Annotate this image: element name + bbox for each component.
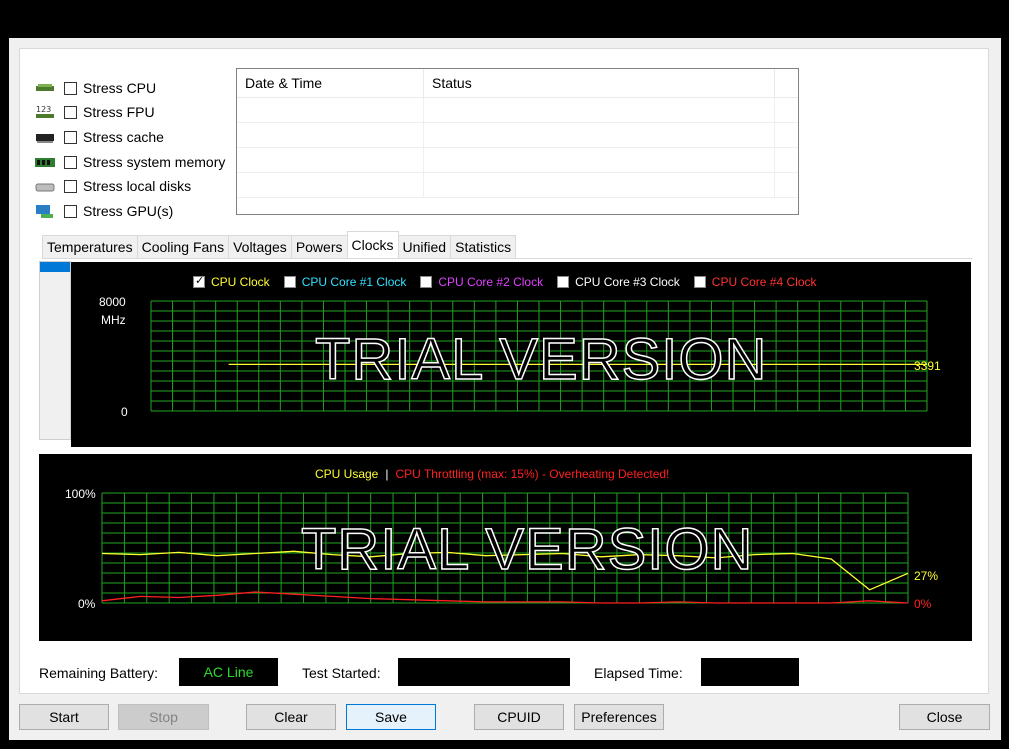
close-button[interactable]: Close <box>899 704 990 730</box>
stress-option[interactable]: Stress CPU <box>34 77 156 99</box>
column-date-time[interactable]: Date & Time <box>237 69 424 97</box>
table-row <box>237 148 798 173</box>
stress-option-label: Stress system memory <box>83 154 226 170</box>
battery-value: AC Line <box>179 658 278 686</box>
tab-unified[interactable]: Unified <box>397 235 452 258</box>
elapsed-time-value <box>701 658 799 686</box>
stress-option[interactable]: 123 Stress FPU <box>34 101 155 123</box>
table-row <box>237 123 798 148</box>
stress-option[interactable]: Stress local disks <box>34 175 191 197</box>
clear-button[interactable]: Clear <box>246 704 336 730</box>
tab-voltages[interactable]: Voltages <box>228 235 292 258</box>
tab-powers[interactable]: Powers <box>290 235 348 258</box>
test-started-value <box>398 658 570 686</box>
tab-bar: Temperatures Cooling Fans Voltages Power… <box>42 231 517 258</box>
column-status[interactable]: Status <box>424 69 775 97</box>
main-panel: Stress CPU 123 Stress FPU Stress cache Stres… <box>19 48 989 694</box>
stress-option-label: Stress cache <box>83 129 164 145</box>
stress-checkbox[interactable] <box>64 130 77 144</box>
usage-graph: CPU Usage | CPU Throttling (max: 15%) - … <box>39 454 972 641</box>
trial-watermark: TRIAL VERSION <box>300 516 754 583</box>
stress-checkbox[interactable] <box>64 155 77 169</box>
tab-temperatures[interactable]: Temperatures <box>42 235 138 258</box>
clock-graph: CPU ClockCPU Core #1 ClockCPU Core #2 Cl… <box>71 262 971 447</box>
graph-item-list[interactable] <box>39 261 71 440</box>
stress-option-label: Stress CPU <box>83 80 157 96</box>
cache-chip-icon <box>34 129 56 145</box>
svg-text:123: 123 <box>36 105 51 114</box>
stress-option[interactable]: Stress system memory <box>34 151 225 173</box>
disk-drive-icon <box>34 178 56 194</box>
stress-checkbox[interactable] <box>64 105 77 119</box>
throttling-current-value: 0% <box>914 597 932 611</box>
stress-option-label: Stress GPU(s) <box>83 203 174 219</box>
stability-test-window: Stress CPU 123 Stress FPU Stress cache Stres… <box>9 38 1001 740</box>
log-table-header: Date & Time Status <box>237 69 798 98</box>
test-started-label: Test Started: <box>302 665 381 681</box>
tab-statistics[interactable]: Statistics <box>450 235 517 258</box>
stress-option-label: Stress local disks <box>83 178 192 194</box>
preferences-button[interactable]: Preferences <box>574 704 664 730</box>
column-spacer <box>775 69 797 97</box>
stress-option-label: Stress FPU <box>83 104 155 120</box>
save-button[interactable]: Save <box>346 704 436 730</box>
stress-checkbox[interactable] <box>64 204 77 218</box>
memory-module-icon <box>34 154 56 170</box>
fpu-123-icon: 123 <box>34 104 56 120</box>
stress-checkbox[interactable] <box>64 179 77 193</box>
stress-option[interactable]: Stress cache <box>34 126 164 148</box>
start-button[interactable]: Start <box>19 704 109 730</box>
trial-watermark: TRIAL VERSION <box>314 326 768 393</box>
stress-checkbox[interactable] <box>64 81 77 95</box>
tab-clocks[interactable]: Clocks <box>346 231 399 258</box>
stress-option[interactable]: Stress GPU(s) <box>34 200 173 222</box>
cpuid-button[interactable]: CPUID <box>474 704 564 730</box>
gpu-icon <box>34 203 56 219</box>
cpu-chip-icon <box>34 80 56 96</box>
log-table[interactable]: Date & Time Status <box>236 68 799 215</box>
battery-label: Remaining Battery: <box>39 665 159 681</box>
usage-current-value: 27% <box>914 569 939 583</box>
table-row <box>237 98 798 123</box>
clock-current-value: 3391 <box>914 359 941 373</box>
elapsed-time-label: Elapsed Time: <box>594 665 683 681</box>
tab-cooling-fans[interactable]: Cooling Fans <box>136 235 230 258</box>
graph-item-selected[interactable] <box>40 262 70 272</box>
table-row <box>237 173 798 198</box>
stop-button[interactable]: Stop <box>118 704 209 730</box>
